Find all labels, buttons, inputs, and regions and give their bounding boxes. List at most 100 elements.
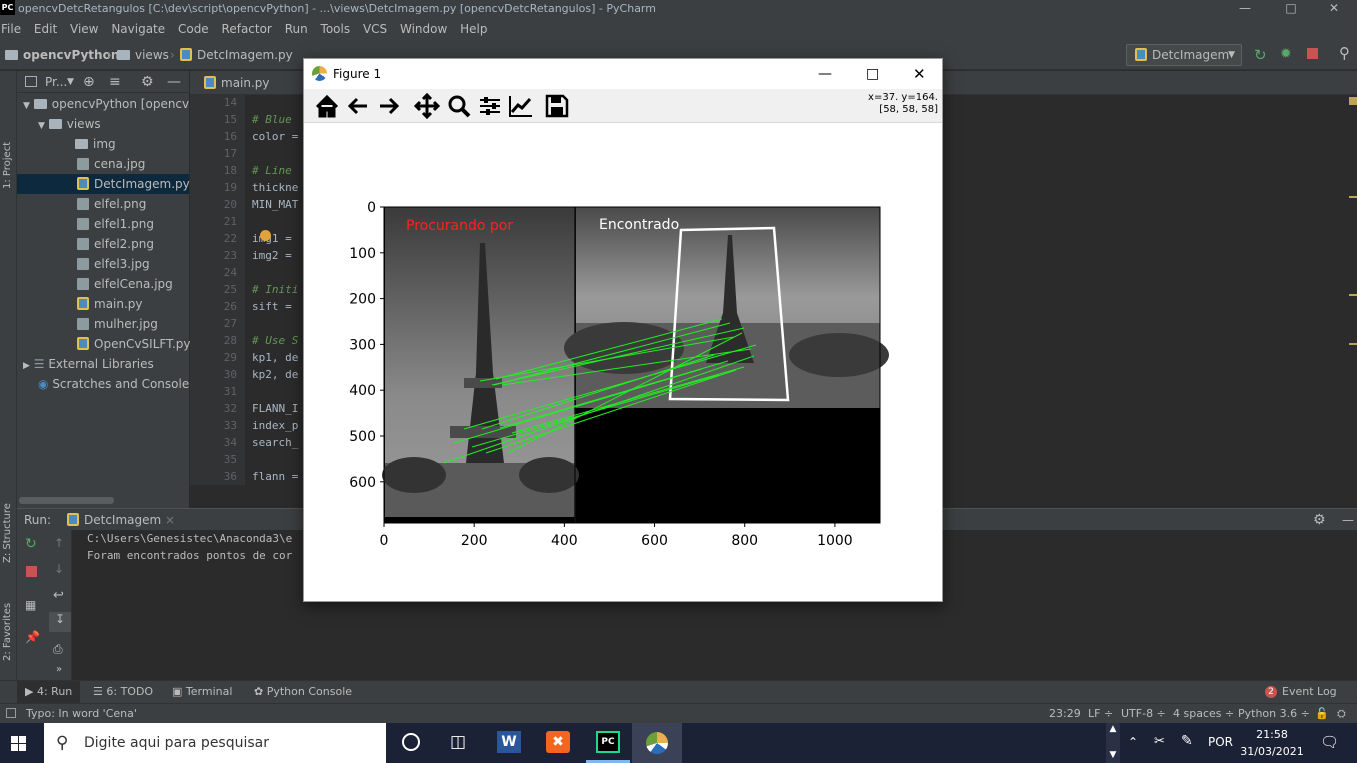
rerun-icon[interactable]: ↻ (1254, 46, 1267, 64)
menu-tools[interactable]: Tools (321, 22, 351, 36)
tree-item-elfel[interactable]: elfel.png (17, 194, 189, 214)
task-view-icon[interactable]: ◫ (450, 732, 466, 752)
tree-external-libraries[interactable]: ▶ ☰ External Libraries (17, 354, 189, 374)
more-icon[interactable]: » (56, 664, 62, 675)
minimize-button[interactable]: — (818, 59, 832, 89)
arrow-up-icon[interactable]: ↑ (54, 536, 64, 550)
tree-item-img[interactable]: img (17, 134, 189, 154)
word-app-icon[interactable]: W (497, 731, 521, 753)
network-icon[interactable]: ✂ (1154, 734, 1165, 749)
intention-bulb-icon[interactable] (260, 230, 271, 241)
hide-icon[interactable]: — (167, 71, 181, 93)
scroll-to-end-icon[interactable]: ↧ (49, 612, 71, 632)
tree-item-opencvsilft[interactable]: OpenCvSILFT.py (17, 334, 191, 354)
git-icon[interactable]: ⛭ (1337, 704, 1346, 724)
menu-window[interactable]: Window (400, 22, 447, 36)
tree-views[interactable]: ▼ views (17, 114, 189, 134)
notification-icon[interactable]: 🗨 (1320, 733, 1339, 751)
project-tool-tab[interactable]: 1: Project (2, 142, 13, 189)
menu-refactor[interactable]: Refactor (222, 22, 272, 36)
zoom-icon[interactable] (444, 92, 474, 120)
menu-file[interactable]: File (1, 22, 21, 36)
lock-icon[interactable]: 🔓 (1315, 704, 1329, 724)
tool-tab-run[interactable]: ▶ 4: Run (17, 681, 81, 703)
caret-position[interactable]: 23:29 (1049, 704, 1081, 724)
tab-main-py[interactable]: main.py (198, 71, 276, 95)
gear-icon[interactable]: ⚙ (141, 71, 154, 93)
taskbar-search[interactable]: ⚲ Digite aqui para pesquisar (44, 723, 386, 763)
search-icon[interactable]: ⚲ (1339, 44, 1350, 62)
tool-tab-event-log[interactable]: Event Log (1282, 681, 1337, 703)
close-button[interactable]: ✕ (913, 59, 926, 89)
pycharm-app-icon[interactable]: PC (596, 731, 620, 753)
stop-icon[interactable] (1307, 48, 1318, 59)
cortana-icon[interactable] (402, 733, 420, 751)
locate-icon[interactable]: ⊕ (83, 71, 95, 93)
tree-item-mulher[interactable]: mulher.jpg (17, 314, 189, 334)
structure-tool-tab[interactable]: Z: Structure (2, 503, 13, 563)
gear-icon[interactable]: ⚙ (1313, 509, 1326, 531)
taskbar-scroll[interactable]: ▲ ▼ (1106, 723, 1120, 763)
print-icon[interactable]: ⎙ (53, 642, 63, 657)
warning-stripe[interactable] (1349, 343, 1357, 345)
tool-tab-python-console[interactable]: ✿ Python Console (254, 681, 352, 703)
windows-start-icon[interactable] (11, 736, 27, 752)
warning-stripe[interactable] (1349, 196, 1357, 198)
run-tab[interactable]: DetcImagem × (67, 509, 175, 531)
edit-axis-icon[interactable] (506, 92, 536, 120)
home-icon[interactable] (312, 92, 342, 120)
language-indicator[interactable]: POR (1208, 735, 1233, 749)
matplotlib-taskbar-button[interactable] (632, 723, 682, 763)
tree-item-elfel2[interactable]: elfel2.png (17, 234, 189, 254)
save-icon[interactable] (542, 92, 572, 120)
menu-navigate[interactable]: Navigate (111, 22, 165, 36)
tree-item-elfel1[interactable]: elfel1.png (17, 214, 189, 234)
breadcrumb-project[interactable]: opencvPython (5, 40, 119, 70)
menu-run[interactable]: Run (285, 22, 308, 36)
tree-scratches[interactable]: ◉ Scratches and Consoles (17, 374, 195, 394)
inspection-marker[interactable] (1349, 97, 1357, 105)
menu-vcs[interactable]: VCS (363, 22, 387, 36)
warning-stripe[interactable] (1349, 294, 1357, 296)
pan-icon[interactable] (412, 92, 442, 120)
tree-root[interactable]: ▼ opencvPython [opencvD (17, 94, 198, 114)
forward-arrow-icon[interactable] (374, 92, 404, 120)
debug-icon[interactable]: ✹ (1280, 46, 1292, 62)
minimize-button[interactable]: — (1222, 0, 1268, 18)
run-configuration-select[interactable]: DetcImagem ▼ (1126, 44, 1242, 66)
menu-edit[interactable]: Edit (34, 22, 57, 36)
chevron-down-icon[interactable]: ▼ (67, 71, 74, 93)
line-separator[interactable]: LF ÷ (1088, 704, 1113, 724)
encoding[interactable]: UTF-8 ÷ (1121, 704, 1166, 724)
tool-tab-todo[interactable]: ☰ 6: TODO (93, 681, 153, 703)
indent-setting[interactable]: 4 spaces ÷ (1173, 704, 1234, 724)
collapse-icon[interactable]: ≡ (109, 71, 121, 93)
tool-tab-terminal[interactable]: ▣ Terminal (172, 681, 232, 703)
breadcrumb-file[interactable]: DetcImagem.py (180, 40, 293, 70)
panel-toggle-icon[interactable] (6, 708, 16, 718)
pen-icon[interactable]: ✎ (1181, 733, 1193, 749)
maximize-button[interactable]: □ (1268, 0, 1314, 18)
tree-item-detcimagem[interactable]: DetcImagem.py (17, 174, 190, 194)
configure-subplots-icon[interactable] (475, 92, 505, 120)
stop-icon[interactable] (26, 566, 37, 577)
interpreter[interactable]: Python 3.6 ÷ (1238, 704, 1310, 724)
close-button[interactable]: ✕ (1311, 0, 1357, 18)
soft-wrap-icon[interactable]: ↩ (53, 588, 64, 603)
scrollbar-thumb[interactable] (19, 497, 114, 504)
figure-canvas[interactable]: Procurando por Encontrado 0 100 200 300 400 5… (304, 123, 942, 601)
close-icon[interactable]: × (165, 513, 175, 527)
layout-icon[interactable]: ▦ (25, 598, 36, 612)
tree-item-main[interactable]: main.py (17, 294, 189, 314)
arrow-down-icon[interactable]: ↓ (54, 562, 64, 576)
breadcrumb-folder[interactable]: views (117, 40, 169, 70)
project-scrollbar[interactable] (17, 494, 189, 508)
clock[interactable]: 21:58 31/03/2021 (1240, 726, 1304, 760)
project-view-select[interactable]: Pr... (45, 71, 67, 93)
tree-item-elfelcena[interactable]: elfelCena.jpg (17, 274, 189, 294)
xampp-app-icon[interactable]: ✖ (546, 731, 570, 753)
menu-code[interactable]: Code (178, 22, 209, 36)
tree-item-elfel3[interactable]: elfel3.jpg (17, 254, 189, 274)
chevron-up-icon[interactable]: ⌃ (1128, 735, 1138, 749)
pin-icon[interactable]: 📌 (25, 630, 40, 644)
